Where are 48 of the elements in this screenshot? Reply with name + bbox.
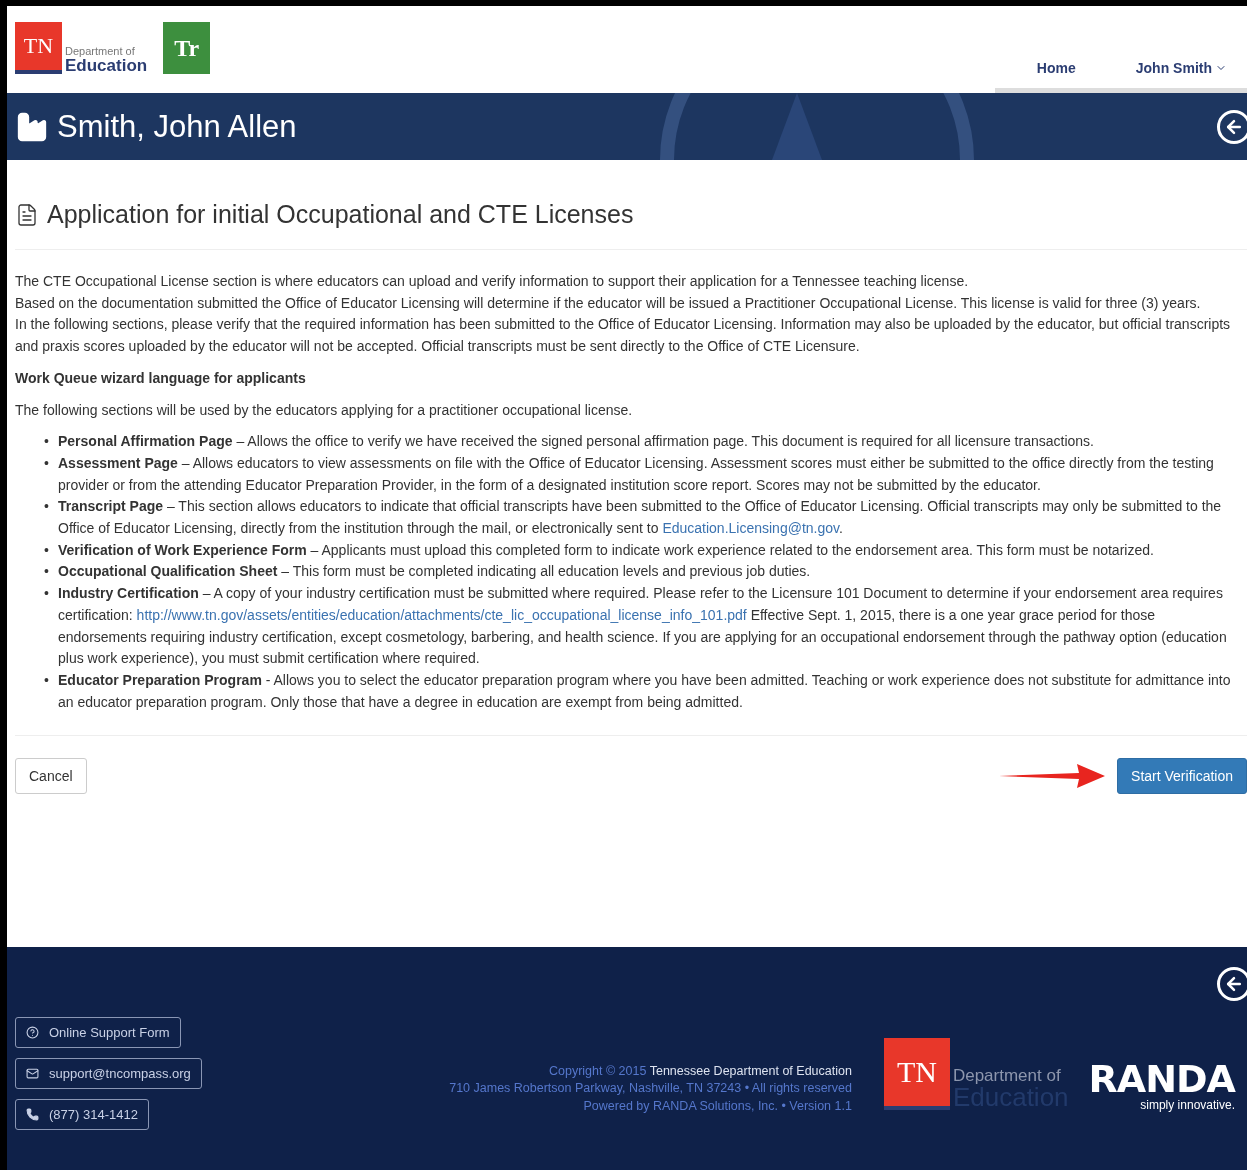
- page-owner-name: Smith, John Allen: [57, 108, 297, 145]
- bullet: •: [44, 562, 50, 582]
- list-item: Personal Affirmation Page – Allows the office to verify we have received the signed personal affirmation page. This document is required for all licensure transactions.: [58, 432, 1095, 452]
- cancel-button[interactable]: Cancel: [15, 758, 87, 795]
- contact-button[interactable]: (877) 314-1412: [15, 1099, 149, 1130]
- app-logo: Tr: [163, 22, 211, 74]
- logo-text: Department of: [65, 46, 136, 57]
- bullet: •: [44, 670, 50, 690]
- copyright-text: Copyright © 2015: [548, 1063, 647, 1078]
- back-button[interactable]: [1217, 109, 1247, 144]
- section-heading: Work Queue wizard language for applicants: [15, 368, 307, 388]
- randa-logo: RANDA: [1088, 1060, 1235, 1098]
- logo-text: Department of: [952, 1067, 1062, 1084]
- contact-button[interactable]: support@tncompass.org: [15, 1058, 202, 1089]
- start-verification-button[interactable]: Start Verification: [1117, 758, 1247, 795]
- address-text: 710 James Robertson Parkway, Nashville, TN 37243 • All rights reserved: [449, 1080, 852, 1097]
- phone-icon: [26, 1108, 39, 1121]
- bullet: •: [44, 540, 50, 560]
- powered-by-text: Powered by RANDA Solutions, Inc. • Version 1.1: [582, 1097, 852, 1115]
- document-icon: [15, 202, 39, 227]
- link[interactable]: Education.Licensing@tn.gov: [662, 520, 839, 537]
- page-title: Application for initial Occupational and CTE Licenses: [47, 200, 634, 229]
- nav-link[interactable]: Home: [1036, 60, 1076, 76]
- list-item: Transcript Page – This section allows educators to indicate that official transcripts have been submitted to the Office of Educator Licensing. Official transcripts may only be submitted to the Office of Educator Licensing, directly from the institution through the mail, or electronically sent to Education.Licensing@tn.gov.: [58, 497, 1223, 539]
- intro-paragraph: In the following sections, please verify that the required information has been submitted to the Office of Educator Licensing. Information may also be uploaded by the educator, but official transcripts and praxis scores uploaded by the educator will not be accepted. Official transcripts must be sent directly to the Office of CTE Licensure.: [15, 315, 1232, 357]
- bullet: •: [44, 432, 50, 452]
- help-icon: [26, 1026, 39, 1039]
- bullet: •: [44, 453, 50, 473]
- list-item: Occupational Qualification Sheet – This form must be completed indicating all education levels and previous job duties.: [58, 562, 812, 582]
- organization-name: Tennessee Department of Education: [649, 1063, 852, 1078]
- mail-icon: [26, 1067, 39, 1080]
- lead-paragraph: The following sections will be used by the educators applying for a practitioner occupational license.: [15, 400, 634, 420]
- tn-logo-mark: TN: [883, 1038, 950, 1110]
- intro-paragraph: The CTE Occupational License section is where educators can upload and verify information to support their application for a Tennessee teaching license.: [15, 272, 970, 291]
- tn-logo-mark: TN: [15, 22, 62, 74]
- list-item: Verification of Work Experience Form – Applicants must upload this completed form to indicate work experience related to the endorsement area. This form must be notarized.: [58, 540, 1155, 560]
- bullet: •: [44, 584, 50, 604]
- list-item: Educator Preparation Program - Allows you to select the educator preparation program where you have been admitted. Teaching or work experience does not substitute for admittance into an educator preparation program. Only those that have a degree in education are exempt from being admitted.: [58, 670, 1232, 712]
- link[interactable]: http://www.tn.gov/assets/entities/education/attachments/cte_lic_occupational_license_info_101.pdf: [136, 606, 747, 623]
- logo-text: Education: [65, 57, 148, 74]
- back-button[interactable]: [1217, 967, 1247, 1001]
- randa-tagline: simply innovative.: [1140, 1098, 1235, 1112]
- bullet: •: [44, 497, 50, 517]
- contact-button[interactable]: Online Support Form: [15, 1017, 181, 1048]
- list-item: Assessment Page – Allows educators to view assessments on file with the Office of Educator Licensing. Assessment scores must either be submitted to the office directly from the testing provider or from the attending Educator Preparation Provider, in the form of a designated institution score report. Scores may not be submitted by the educator.: [58, 453, 1215, 495]
- list-item: Industry Certification – A copy of your industry certification must be submitted where required. Please refer to the Licensure 101 Document to determine if your endorsement area requires certification: http://www.tn.gov/assets/entities/education/attachments/cte_lic_occupational_license_info_101.pdf Effective Sept. 1, 2015, there is a one year grace period for those endorsements requiring industry certification, except cosmetology, barbering, and health science. If you are applying for an occupational endorsement through the pathway option (education plus work experience), you must submit certification where required.: [58, 584, 1228, 669]
- intro-paragraph: Based on the documentation submitted the Office of Educator Licensing will determine if the educator will be issued a Practitioner Occupational License. This license is valid for three (3) years.: [15, 293, 1202, 313]
- user-menu[interactable]: John Smith: [1135, 60, 1227, 76]
